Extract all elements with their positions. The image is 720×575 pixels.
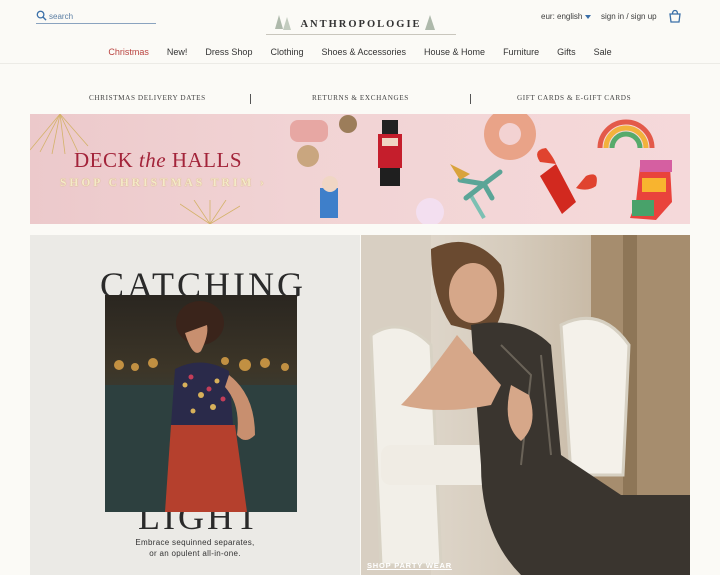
catching-light-promo[interactable]: CATCHING LIGHT Embrace sequinned separat… <box>30 235 360 575</box>
nav-shoes-accessories[interactable]: Shoes & Accessories <box>321 47 406 57</box>
tree-icon <box>275 15 291 30</box>
model-photo-sequins <box>105 295 297 512</box>
returns-link[interactable]: RETURNS & EXCHANGES <box>312 94 409 102</box>
chevron-down-icon <box>585 14 592 19</box>
nav-clothing[interactable]: Clothing <box>270 47 303 57</box>
nav-dress-shop[interactable]: Dress Shop <box>205 47 252 57</box>
christmas-banner[interactable]: DECK the HALLS SHOP CHRISTMAS TRIM › <box>30 114 690 224</box>
tree-icon <box>425 15 435 30</box>
model-photo-chair <box>361 235 690 575</box>
nav-gifts[interactable]: Gifts <box>557 47 576 57</box>
tagline-line: Embrace sequinned separates, <box>135 538 255 547</box>
logo-text: ANTHROPOLOGIE <box>300 18 422 30</box>
nav-sale[interactable]: Sale <box>594 47 612 57</box>
shopping-bag-icon[interactable] <box>668 9 682 23</box>
party-wear-promo[interactable]: SHOP PARTY WEAR <box>361 235 690 575</box>
christmas-delivery-link[interactable]: CHRISTMAS DELIVERY DATES <box>89 94 206 102</box>
search-icon[interactable] <box>36 8 47 26</box>
shop-party-wear-link[interactable]: SHOP PARTY WEAR <box>367 561 452 570</box>
sign-in-link[interactable]: sign in / sign up <box>601 12 657 21</box>
logo[interactable]: ANTHROPOLOGIE <box>266 12 456 36</box>
locale-selector[interactable]: eur: english <box>541 12 592 21</box>
headline-part: HALLS <box>166 148 242 172</box>
main-nav: Christmas New! Dress Shop Clothing Shoes… <box>0 47 720 57</box>
gift-cards-link[interactable]: GIFT CARDS & E-GIFT CARDS <box>517 94 631 102</box>
promo-tagline: Embrace sequinned separates, or an opule… <box>30 537 360 559</box>
nav-furniture[interactable]: Furniture <box>503 47 539 57</box>
site-header: ANTHROPOLOGIE eur: english sign in / sig… <box>0 0 720 64</box>
nav-christmas[interactable]: Christmas <box>108 47 149 57</box>
search-bar[interactable] <box>36 10 156 24</box>
starburst-ornament <box>180 200 240 224</box>
tagline-line: or an opulent all-in-one. <box>149 549 241 558</box>
banner-headline: DECK the HALLS <box>74 148 242 173</box>
logo-underline <box>266 34 456 35</box>
search-input[interactable] <box>49 12 149 21</box>
nav-new[interactable]: New! <box>167 47 188 57</box>
divider <box>470 94 471 104</box>
divider <box>250 94 251 104</box>
locale-label: eur: english <box>541 12 583 21</box>
ornaments-illustration <box>290 114 672 224</box>
headline-italic: the <box>138 148 167 172</box>
nav-house-home[interactable]: House & Home <box>424 47 485 57</box>
utility-bar: CHRISTMAS DELIVERY DATES RETURNS & EXCHA… <box>30 94 690 106</box>
headline-part: DECK <box>74 148 139 172</box>
shop-trim-link[interactable]: SHOP CHRISTMAS TRIM › <box>60 177 267 189</box>
